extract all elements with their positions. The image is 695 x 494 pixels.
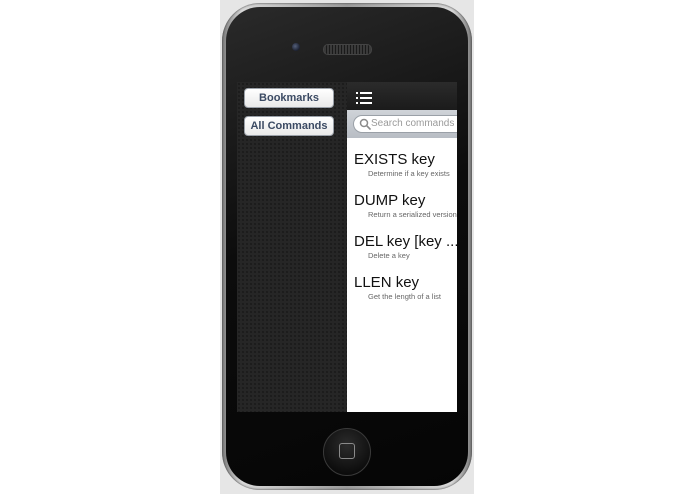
commands-list: EXISTS key Determine if a key exists DUM… bbox=[347, 138, 457, 302]
command-description: Return a serialized version bbox=[368, 210, 457, 219]
search-icon bbox=[359, 118, 371, 130]
bookmarks-button[interactable]: Bookmarks bbox=[244, 88, 334, 108]
command-description: Determine if a key exists bbox=[368, 169, 450, 178]
command-title: DUMP key bbox=[354, 192, 426, 209]
search-bar bbox=[347, 110, 457, 138]
navigation-bar bbox=[347, 82, 457, 110]
commands-panel: EXISTS key Determine if a key exists DUM… bbox=[347, 82, 457, 412]
home-button-icon bbox=[339, 443, 355, 459]
sidebar: Bookmarks All Commands bbox=[237, 82, 347, 412]
list-item-llen[interactable]: LLEN key Get the length of a list bbox=[347, 261, 457, 302]
all-commands-button[interactable]: All Commands bbox=[244, 116, 334, 136]
command-title: LLEN key bbox=[354, 274, 420, 291]
command-title: DEL key [key ...] bbox=[354, 233, 457, 250]
command-title: EXISTS key bbox=[354, 151, 435, 168]
list-item-dump[interactable]: DUMP key Return a serialized version bbox=[347, 179, 457, 220]
list-menu-icon[interactable] bbox=[356, 92, 372, 104]
list-item-exists[interactable]: EXISTS key Determine if a key exists bbox=[347, 138, 457, 179]
command-description: Get the length of a list bbox=[368, 292, 441, 301]
search-field[interactable] bbox=[353, 115, 457, 133]
app-screen: Bookmarks All Commands Search commands w… bbox=[237, 82, 457, 412]
command-description: Delete a key bbox=[368, 251, 410, 260]
front-camera bbox=[292, 43, 300, 51]
list-item-del[interactable]: DEL key [key ...] Delete a key bbox=[347, 220, 457, 261]
earpiece-speaker bbox=[323, 44, 372, 55]
search-input[interactable] bbox=[371, 116, 457, 132]
